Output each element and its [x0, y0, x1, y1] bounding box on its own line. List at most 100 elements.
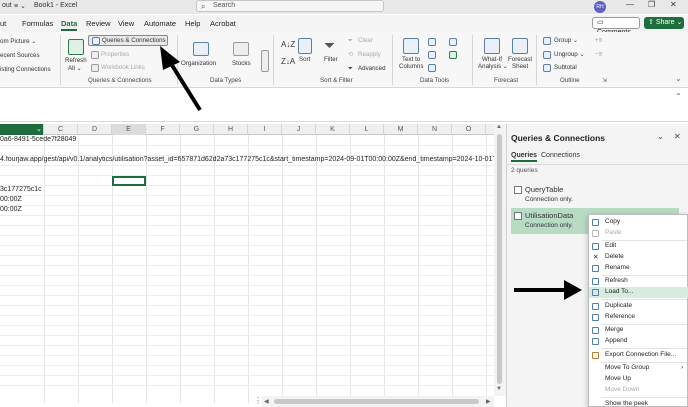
scroll-up-icon[interactable]: ▲	[496, 124, 502, 130]
query-item[interactable]: QueryTable Connection only.	[511, 182, 679, 208]
sort-button[interactable]: Sort	[299, 56, 310, 63]
tab-connections[interactable]: Connections	[541, 152, 580, 159]
organization-button[interactable]: Organization	[181, 60, 216, 67]
menu-item-merge[interactable]: Merge	[589, 325, 688, 336]
forecast-sheet-button-2[interactable]: Sheet	[512, 63, 528, 70]
pane-close-icon[interactable]: ✕	[674, 132, 681, 141]
collapse-ribbon-icon[interactable]: ⌄	[675, 74, 682, 83]
stocks-button[interactable]: Stocks	[232, 60, 251, 67]
menu-item-append[interactable]: Append	[589, 336, 688, 347]
menu-item-copy[interactable]: Copy	[589, 217, 688, 228]
queries-connections-button[interactable]: Queries & Connections	[88, 35, 168, 46]
show-detail-icon[interactable]: +≡	[595, 37, 602, 44]
pane-options-icon[interactable]: ⌄	[657, 132, 664, 141]
column-header[interactable]: K	[316, 124, 350, 135]
tab-data[interactable]: Data	[61, 19, 78, 31]
column-header[interactable]: L	[350, 124, 384, 135]
column-header[interactable]: I	[248, 124, 282, 135]
search-box[interactable]: ⌕ Search	[196, 0, 384, 12]
menu-item-rename[interactable]: Rename	[589, 263, 688, 274]
recent-sources-item[interactable]: ecent Sources	[0, 52, 40, 59]
tab-queries[interactable]: Queries	[511, 152, 538, 162]
scroll-down-icon[interactable]: ▼	[496, 386, 502, 392]
filter-dropdown-icon[interactable]: ⌄	[36, 125, 42, 133]
menu-item-reference[interactable]: Reference	[589, 312, 688, 323]
from-picture-item[interactable]: om Picture ⌄	[0, 38, 36, 45]
menu-item-delete[interactable]: ✕ Delete	[589, 252, 688, 263]
menu-item-move-up[interactable]: Move Up	[589, 374, 688, 385]
properties-button[interactable]: Properties	[101, 51, 129, 58]
remove-duplicates-icon[interactable]	[428, 51, 436, 59]
menu-item-show-peek[interactable]: Show the peek	[589, 399, 688, 407]
cell-text[interactable]: 3c177275c1c	[0, 186, 60, 193]
menu-item-duplicate[interactable]: Duplicate	[589, 301, 688, 312]
column-header[interactable]: O	[452, 124, 486, 135]
column-header[interactable]: M	[384, 124, 418, 135]
refresh-all-dropdown[interactable]: All ⌄	[68, 65, 82, 72]
workbook-links-button[interactable]: Workbook Links	[101, 64, 145, 71]
refresh-all-button[interactable]: Refresh	[65, 57, 87, 64]
avatar[interactable]: RH	[594, 1, 606, 13]
tab-view[interactable]: View	[118, 19, 134, 28]
tab-help[interactable]: Help	[185, 19, 200, 28]
worksheet-grid[interactable]: ⌄ C D E F G H I J K L M N O 0a6-8491-5ce…	[0, 124, 506, 407]
formula-bar[interactable]: ⌃	[0, 90, 688, 122]
selected-cell[interactable]	[112, 176, 146, 186]
menu-item-export-connection[interactable]: Export Connection File...	[589, 350, 688, 361]
column-header[interactable]: J	[282, 124, 316, 135]
sort-az-icon[interactable]: A↓Z	[281, 40, 295, 49]
column-header[interactable]: D	[78, 124, 112, 135]
ungroup-button[interactable]: Ungroup ⌄	[554, 51, 585, 58]
menu-item-load-to[interactable]: Load To...	[589, 287, 688, 298]
tab-formulas[interactable]: Formulas	[22, 19, 53, 28]
sheet-options-icon[interactable]: ⋮	[254, 396, 262, 405]
restore-button[interactable]: ❐	[648, 0, 655, 9]
vertical-scrollbar[interactable]: ▲ ▼	[494, 124, 506, 396]
tab-review[interactable]: Review	[86, 19, 111, 28]
reapply-button[interactable]: Reapply	[358, 51, 381, 58]
datatypes-scroll[interactable]	[261, 50, 269, 72]
horizontal-scroll-thumb[interactable]	[274, 399, 479, 404]
vertical-scroll-thumb[interactable]	[497, 134, 502, 384]
tab-acrobat[interactable]: Acrobat	[210, 19, 236, 28]
relationships-icon[interactable]	[449, 51, 457, 59]
menu-item-paste[interactable]: Paste	[589, 228, 688, 239]
text-to-columns-button-2[interactable]: Columns	[399, 63, 423, 70]
minimize-button[interactable]: —	[626, 0, 634, 9]
cell-text[interactable]: 00:00Z	[0, 206, 40, 213]
hide-detail-icon[interactable]: −≡	[595, 51, 602, 58]
comments-button[interactable]: ▭ Comments	[592, 17, 640, 36]
advanced-button[interactable]: Advanced	[358, 65, 386, 72]
share-button[interactable]: ⇪ Share ⌄	[644, 17, 684, 29]
subtotal-button[interactable]: Subtotal	[554, 64, 577, 71]
what-if-button[interactable]: What-If	[482, 56, 502, 63]
outline-launcher-icon[interactable]: ⇲	[602, 77, 607, 84]
scroll-left-icon[interactable]: ◀	[264, 398, 269, 405]
scroll-right-icon[interactable]: ▶	[486, 398, 491, 405]
tab-automate[interactable]: Automate	[144, 19, 176, 28]
column-header[interactable]: N	[418, 124, 452, 135]
cell-url[interactable]: 4.fourjaw.app/gest/api/v0.1/analytics/ut…	[0, 156, 494, 163]
close-button[interactable]: ✕	[670, 0, 677, 9]
text-to-columns-button[interactable]: Text to	[402, 56, 420, 63]
menu-item-move-to-group[interactable]: Move To Group ›	[589, 363, 688, 374]
column-header[interactable]: C	[44, 124, 78, 135]
menu-item-move-down[interactable]: Move Down	[589, 385, 688, 396]
forecast-sheet-button[interactable]: Forecast	[508, 56, 532, 63]
column-header[interactable]: G	[180, 124, 214, 135]
sort-za-icon[interactable]: Z↓A	[281, 57, 295, 66]
clear-button[interactable]: Clear	[358, 37, 373, 44]
cell-text[interactable]: 0a6-8491-5cede7f28049	[0, 136, 110, 143]
cell-text[interactable]: 00:00Z	[0, 196, 40, 203]
data-validation-icon[interactable]	[428, 64, 436, 72]
column-header[interactable]: E	[112, 124, 146, 135]
horizontal-scrollbar[interactable]: ◀ ▶	[262, 396, 494, 407]
group-button[interactable]: Group ⌄	[554, 37, 578, 44]
column-header[interactable]: F	[146, 124, 180, 135]
expand-formula-icon[interactable]: ⌃	[675, 92, 682, 101]
quick-access-arrows[interactable]: ≡ ⌄	[14, 2, 26, 10]
what-if-dropdown[interactable]: Analysis ⌄	[478, 63, 508, 70]
flash-fill-icon[interactable]	[428, 38, 436, 46]
filter-button[interactable]: Filter	[324, 56, 338, 63]
tab-layout[interactable]: ut	[0, 19, 6, 28]
